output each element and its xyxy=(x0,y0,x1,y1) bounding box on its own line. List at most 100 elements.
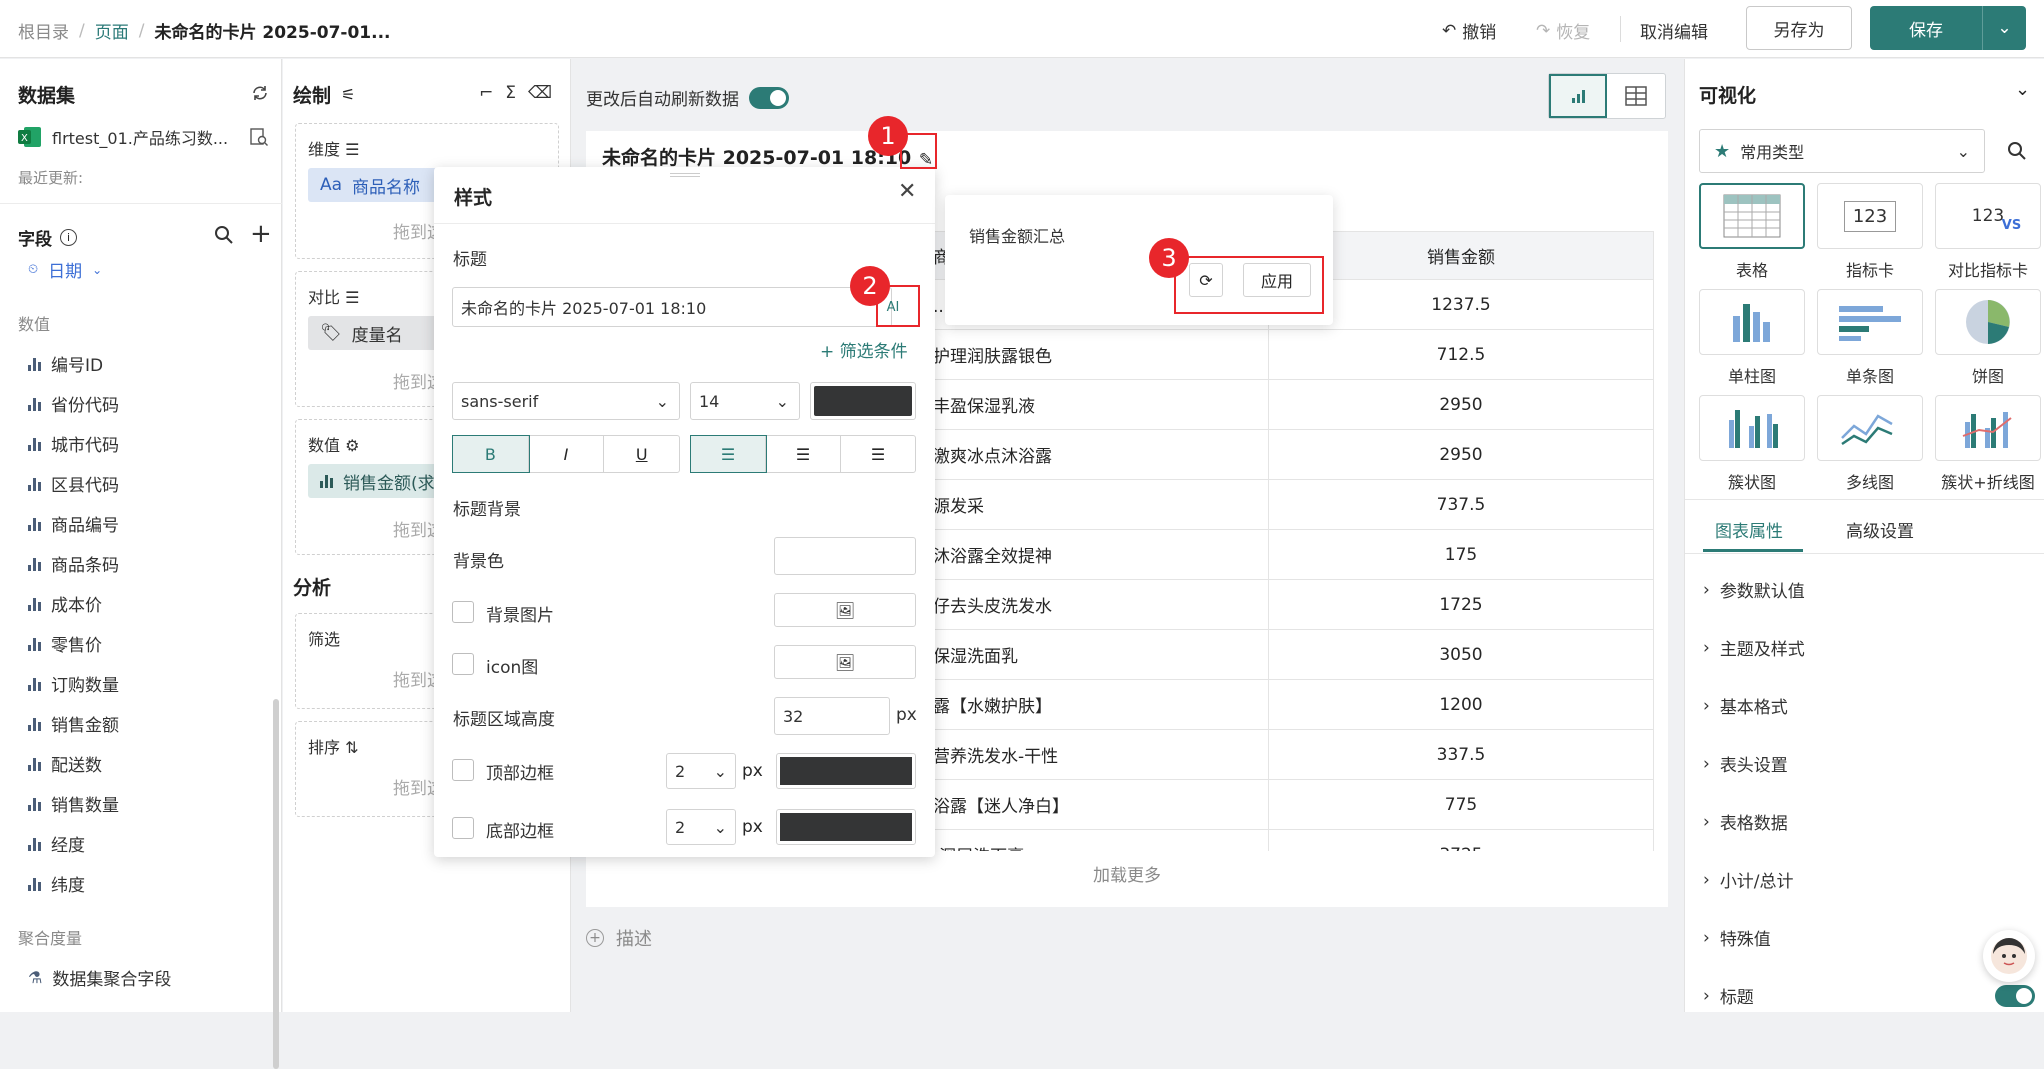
bottom-border-color-picker[interactable] xyxy=(776,809,916,845)
unit-label: px xyxy=(742,817,763,837)
load-more-link[interactable]: 加载更多 xyxy=(586,861,1668,886)
field-item[interactable]: 成本价 xyxy=(28,591,102,616)
prop-section[interactable]: › 表格数据 xyxy=(1703,809,1788,835)
filter-condition-link[interactable]: + 筛选条件 xyxy=(820,337,908,362)
field-item[interactable]: 编号ID xyxy=(28,351,103,376)
field-item[interactable]: 商品编号 xyxy=(28,511,119,536)
scrollbar[interactable] xyxy=(273,699,279,1069)
prop-section[interactable]: › 标题 xyxy=(1703,983,1754,1009)
tab-advanced[interactable]: 高级设置 xyxy=(1846,517,1914,542)
chart-type-table[interactable]: 表格 xyxy=(1699,183,1805,281)
prop-section[interactable]: › 表头设置 xyxy=(1703,751,1788,777)
italic-button[interactable]: I xyxy=(529,436,605,472)
chart-type-select[interactable]: ★ 常用类型 ⌄ xyxy=(1699,129,1985,173)
breadcrumb-root[interactable]: 根目录 xyxy=(18,18,69,43)
undo-button[interactable]: ↶ 撤销 xyxy=(1442,18,1496,44)
dataset-item[interactable]: X flrtest_01.产品练习数... xyxy=(18,125,268,149)
sliders-icon[interactable]: ⚟ xyxy=(341,85,355,104)
chevron-down-icon: ⌄ xyxy=(775,391,789,411)
chevron-right-icon: › xyxy=(1703,811,1710,832)
bold-button[interactable]: B xyxy=(452,435,530,473)
chart-view-button[interactable] xyxy=(1549,74,1607,118)
cancel-edit-button[interactable]: 取消编辑 xyxy=(1640,18,1708,43)
underline-button[interactable]: U xyxy=(604,436,679,472)
chart-type-multiline[interactable]: 多线图 xyxy=(1817,395,1923,493)
prop-section[interactable]: › 参数默认值 xyxy=(1703,577,1805,603)
top-border-checkbox[interactable] xyxy=(452,759,474,781)
switch-dataset-icon[interactable] xyxy=(250,83,270,103)
chart-type-cluster[interactable]: 簇状图 xyxy=(1699,395,1805,493)
assistant-avatar[interactable] xyxy=(1983,930,2035,982)
drag-handle[interactable] xyxy=(670,173,700,177)
chart-type-column[interactable]: 单柱图 xyxy=(1699,289,1805,387)
top-border-color-picker[interactable] xyxy=(776,753,916,789)
eraser-icon[interactable]: ⌫ xyxy=(528,83,552,103)
bottom-border-checkbox[interactable] xyxy=(452,817,474,839)
breadcrumb-page[interactable]: 页面 xyxy=(95,18,129,43)
field-item[interactable]: 零售价 xyxy=(28,631,102,656)
auto-refresh-toggle[interactable] xyxy=(749,86,789,109)
field-item[interactable]: 城市代码 xyxy=(28,431,119,456)
prop-label: 特殊值 xyxy=(1719,930,1771,950)
table-view-button[interactable] xyxy=(1607,74,1665,118)
draw-title: 绘制 xyxy=(293,85,332,107)
font-family-select[interactable]: sans-serif ⌄ xyxy=(452,382,680,420)
value-cell: 1200 xyxy=(1268,679,1654,730)
redo-button[interactable]: ↷ 恢复 xyxy=(1536,18,1590,44)
search-icon[interactable] xyxy=(2007,141,2027,161)
field-item[interactable]: 配送数 xyxy=(28,751,102,776)
dataset-name: flrtest_01.产品练习数... xyxy=(52,129,229,148)
field-item[interactable]: 区县代码 xyxy=(28,471,119,496)
close-icon[interactable]: ✕ xyxy=(898,179,916,204)
field-item[interactable]: 销售金额 xyxy=(28,711,119,736)
field-item[interactable]: 订购数量 xyxy=(28,671,119,696)
chart-type-compare[interactable]: 123 VS 对比指标卡 xyxy=(1935,183,2041,281)
bg-image-upload[interactable]: 🖼 xyxy=(774,593,916,627)
field-item[interactable]: 纬度 xyxy=(28,871,85,896)
bg-image-checkbox[interactable] xyxy=(452,601,474,623)
save-dropdown-button[interactable]: ⌄ xyxy=(1982,6,2026,50)
value-cell: 712.5 xyxy=(1268,329,1654,380)
top-border-width-select[interactable]: 2 ⌄ xyxy=(666,753,736,789)
align-center-button[interactable]: ☰ xyxy=(766,436,841,472)
sigma-icon[interactable]: Σ xyxy=(505,83,516,103)
save-as-button[interactable]: 另存为 xyxy=(1746,6,1852,50)
indicator-icon: 123 xyxy=(1843,200,1897,232)
bg-color-picker[interactable] xyxy=(774,537,916,575)
axis-icon[interactable]: ⌐ xyxy=(479,83,493,103)
icon-checkbox[interactable] xyxy=(452,653,474,675)
field-item[interactable]: 销售数量 xyxy=(28,791,119,816)
field-item[interactable]: 商品条码 xyxy=(28,551,119,576)
prop-section[interactable]: › 小计/总计 xyxy=(1703,867,1794,893)
chart-type-pie[interactable]: 饼图 xyxy=(1935,289,2041,387)
chevron-right-icon: › xyxy=(1703,695,1710,716)
prop-section[interactable]: › 基本格式 xyxy=(1703,693,1788,719)
chart-type-cluster-line[interactable]: 簇状+折线图 xyxy=(1935,395,2041,493)
search-icon[interactable] xyxy=(214,225,234,245)
chart-type-bar[interactable]: 单条图 xyxy=(1817,289,1923,387)
prop-section[interactable]: › 特殊值 xyxy=(1703,925,1771,951)
title-color-picker[interactable] xyxy=(810,382,916,420)
field-item[interactable]: 经度 xyxy=(28,831,85,856)
chart-type-indicator[interactable]: 123 指标卡 xyxy=(1817,183,1923,281)
title-toggle[interactable] xyxy=(1995,985,2035,1007)
save-button[interactable]: 保存 xyxy=(1870,6,1982,50)
viz-title: 可视化 xyxy=(1699,85,1757,107)
field-date[interactable]: ⏲ 日期 ⌄ xyxy=(28,257,102,282)
field-item[interactable]: 省份代码 xyxy=(28,391,119,416)
align-left-button[interactable]: ☰ xyxy=(690,435,767,473)
preview-icon[interactable] xyxy=(250,128,268,146)
info-icon[interactable]: i xyxy=(60,229,77,246)
describe-button[interactable]: + 描述 xyxy=(586,925,652,951)
align-right-button[interactable]: ☰ xyxy=(841,436,915,472)
field-aggregate[interactable]: ⚗ 数据集聚合字段 xyxy=(28,965,171,990)
icon-upload[interactable]: 🖼 xyxy=(774,645,916,679)
add-field-icon[interactable]: + xyxy=(250,219,272,249)
chevron-down-icon[interactable]: ⌄ xyxy=(2015,79,2030,100)
area-height-input[interactable]: 32 xyxy=(774,697,890,735)
title-input[interactable]: 未命名的卡片 2025-07-01 18:10 xyxy=(452,287,892,327)
prop-section[interactable]: › 主题及样式 xyxy=(1703,635,1805,661)
tab-chart-props[interactable]: 图表属性 xyxy=(1715,517,1783,542)
bottom-border-width-select[interactable]: 2 ⌄ xyxy=(666,809,736,845)
font-size-select[interactable]: 14 ⌄ xyxy=(690,382,800,420)
